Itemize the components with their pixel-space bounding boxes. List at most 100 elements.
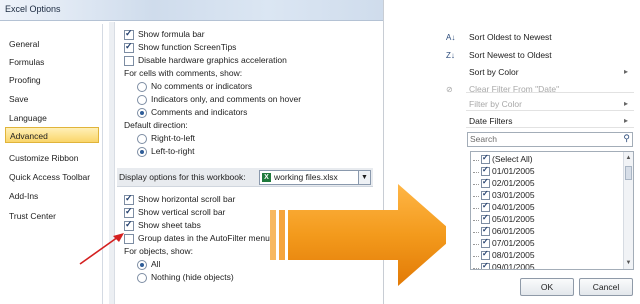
checkbox[interactable] <box>481 201 490 212</box>
chevron-right-icon: ▸ <box>623 67 628 76</box>
list-item[interactable]: 01/01/2005 <box>471 165 621 178</box>
list-item-label: 09/01/2005 <box>492 262 535 270</box>
list-item[interactable]: 06/01/2005 <box>471 225 621 238</box>
radio-button[interactable] <box>137 82 147 92</box>
tree-line <box>473 160 479 162</box>
search-icon: ⚲ <box>623 133 630 143</box>
checkbox[interactable] <box>481 261 490 269</box>
list-item[interactable]: 05/01/2005 <box>471 213 621 226</box>
option-row[interactable]: Indicators only, and comments on hover <box>107 94 367 106</box>
tree-line <box>473 244 479 246</box>
tree-line <box>473 256 479 258</box>
list-item-label: 02/01/2005 <box>492 178 535 188</box>
nav-item-save[interactable]: Save <box>5 91 99 107</box>
option-label: Show sheet tabs <box>138 220 201 230</box>
sort-desc-icon: Z↓ <box>446 51 455 60</box>
nav-item-trust-center[interactable]: Trust Center <box>5 208 99 224</box>
option-row[interactable]: Show formula bar <box>107 28 367 41</box>
option-row[interactable]: No comments or indicators <box>107 81 367 93</box>
ok-button[interactable]: OK <box>520 278 574 296</box>
list-item[interactable]: 07/01/2005 <box>471 237 621 250</box>
radio-button[interactable] <box>137 273 147 283</box>
search-placeholder: Search <box>470 134 497 144</box>
option-label: Disable hardware graphics acceleration <box>138 55 287 65</box>
list-item[interactable]: 09/01/2005 <box>471 261 621 270</box>
menu-item-sort-oldest-to-newest[interactable]: A↓ Sort Oldest to Newest <box>446 30 636 45</box>
checkbox[interactable] <box>481 213 490 224</box>
menu-separator <box>466 127 634 128</box>
checkbox[interactable] <box>481 225 490 236</box>
filter-search-box[interactable]: Search ⚲ <box>467 132 633 147</box>
checkbox[interactable] <box>124 41 134 53</box>
option-label: For cells with comments, show: <box>124 68 243 78</box>
checkbox[interactable] <box>481 165 490 176</box>
nav-item-formulas[interactable]: Formulas <box>5 54 99 70</box>
checkbox[interactable] <box>124 193 134 205</box>
option-label: Default direction: <box>124 120 188 130</box>
tree-line <box>473 184 479 186</box>
cancel-button[interactable]: Cancel <box>579 278 633 296</box>
nav-item-advanced[interactable]: Advanced <box>5 127 99 143</box>
tree-line <box>473 232 479 234</box>
menu-item-label: Filter by Color <box>469 99 522 109</box>
menu-item-label: Sort Oldest to Newest <box>469 32 552 42</box>
checkbox[interactable] <box>481 189 490 200</box>
tree-line <box>473 268 479 269</box>
red-pointer-arrow <box>79 233 124 265</box>
chevron-right-icon: ▸ <box>623 116 628 125</box>
scroll-thumb[interactable] <box>625 166 632 180</box>
nav-item-language[interactable]: Language <box>5 110 99 126</box>
menu-item-clear-filter-from-date[interactable]: ⊘ Clear Filter From "Date" <box>446 82 636 97</box>
select-all-item[interactable]: (Select All) <box>471 153 621 166</box>
radio-button[interactable] <box>137 108 147 118</box>
option-row[interactable]: Disable hardware graphics acceleration <box>107 55 367 67</box>
list-item[interactable]: 04/01/2005 <box>471 201 621 214</box>
checkbox[interactable] <box>124 206 134 218</box>
radio-button[interactable] <box>137 95 147 105</box>
option-label: Comments and indicators <box>151 107 248 117</box>
option-label: Indicators only, and comments on hover <box>151 94 302 104</box>
clear-filter-icon: ⊘ <box>446 85 453 94</box>
nav-item-general[interactable]: General <box>5 36 99 52</box>
checkbox[interactable] <box>481 237 490 248</box>
list-item[interactable]: 02/01/2005 <box>471 177 621 190</box>
filter-value-list: 09/01/2005 08/01/2005 07/01/2005 06/01/2005… <box>470 151 634 270</box>
checkbox[interactable] <box>481 177 490 188</box>
radio-button[interactable] <box>137 134 147 144</box>
option-row[interactable]: Left-to-right <box>107 146 367 158</box>
menu-item-label: Sort by Color <box>469 67 519 77</box>
tree-line <box>473 172 479 174</box>
radio-button[interactable] <box>137 260 147 270</box>
nav-item-quick-access-toolbar[interactable]: Quick Access Toolbar <box>5 169 99 185</box>
menu-item-label: Date Filters <box>469 116 513 126</box>
option-label: Show function ScreenTips <box>138 42 237 52</box>
option-row: Default direction: <box>107 120 367 132</box>
scroll-up-icon[interactable]: ▲ <box>625 154 632 162</box>
option-label: Group dates in the AutoFilter menu <box>138 233 270 243</box>
scroll-down-icon[interactable]: ▼ <box>625 259 632 267</box>
nav-item-customize-ribbon[interactable]: Customize Ribbon <box>5 150 99 166</box>
checkbox[interactable] <box>481 153 490 164</box>
list-item-label: 04/01/2005 <box>492 202 535 212</box>
radio-button[interactable] <box>137 147 147 157</box>
option-row[interactable]: Comments and indicators <box>107 107 367 119</box>
option-row[interactable]: Right-to-left <box>107 133 367 145</box>
menu-separator <box>466 110 634 111</box>
list-item-label: 07/01/2005 <box>492 238 535 248</box>
checkbox[interactable] <box>481 249 490 260</box>
list-item[interactable]: 08/01/2005 <box>471 249 621 262</box>
list-item[interactable]: 03/01/2005 <box>471 189 621 202</box>
option-label: All <box>151 259 161 269</box>
menu-item-sort-by-color[interactable]: Sort by Color ▸ <box>446 65 636 80</box>
option-row[interactable]: Show function ScreenTips <box>107 41 367 54</box>
checkbox[interactable] <box>124 28 134 40</box>
chevron-right-icon: ▸ <box>623 99 628 108</box>
nav-item-proofing[interactable]: Proofing <box>5 72 99 88</box>
nav-item-add-ins[interactable]: Add-Ins <box>5 188 99 204</box>
menu-item-sort-newest-to-oldest[interactable]: Z↓ Sort Newest to Oldest <box>446 48 636 63</box>
list-item-label: 01/01/2005 <box>492 166 535 176</box>
sort-asc-icon: A↓ <box>446 33 456 42</box>
orange-arrow <box>270 184 456 286</box>
list-scrollbar[interactable]: ▲ ▼ <box>623 152 633 269</box>
checkbox[interactable] <box>124 56 134 66</box>
